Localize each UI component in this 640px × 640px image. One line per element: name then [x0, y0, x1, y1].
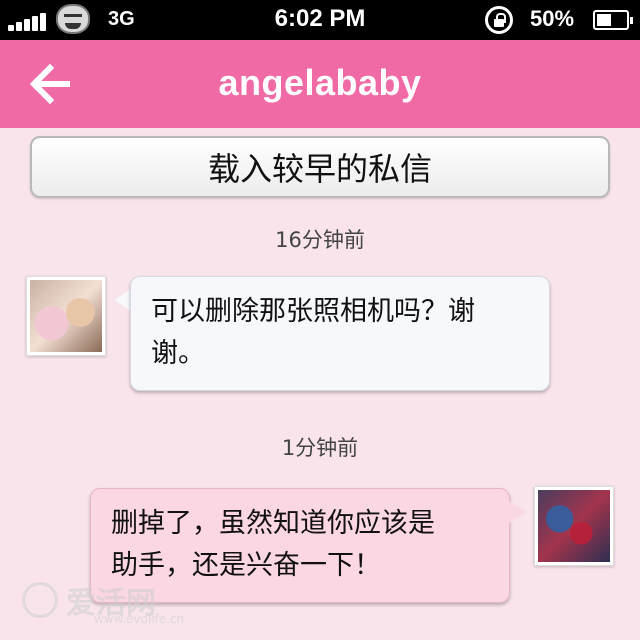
- battery-percentage: 50%: [530, 6, 575, 31]
- navigation-bar: angelababy: [0, 40, 640, 128]
- message-text-line: 删掉了，虽然知道你应该是: [111, 508, 435, 539]
- message-text-line: 可以删除那张照相机吗？谢: [151, 296, 475, 327]
- load-earlier-messages-button[interactable]: 载入较早的私信: [30, 136, 610, 198]
- battery-icon: [593, 10, 633, 30]
- message-bubble-incoming[interactable]: 可以删除那张照相机吗？谢 谢。: [130, 276, 550, 391]
- watermark: 爱活网 www.evolife.cn: [22, 578, 202, 628]
- sender-avatar[interactable]: [26, 276, 106, 356]
- status-bar: 3G 6:02 PM 50%: [0, 0, 640, 40]
- message-text-line: 谢。: [151, 338, 205, 369]
- message-timestamp: 1分钟前: [281, 436, 359, 460]
- battery-level: [597, 14, 611, 26]
- my-avatar[interactable]: [534, 486, 614, 566]
- conversation-title: angelababy: [218, 62, 422, 103]
- watermark-url: www.evolife.cn: [94, 612, 185, 626]
- rotation-lock-icon: [485, 6, 513, 34]
- bubble-tail: [508, 500, 526, 524]
- message-timestamp: 16分钟前: [275, 228, 365, 252]
- watermark-logo-icon: [22, 582, 58, 618]
